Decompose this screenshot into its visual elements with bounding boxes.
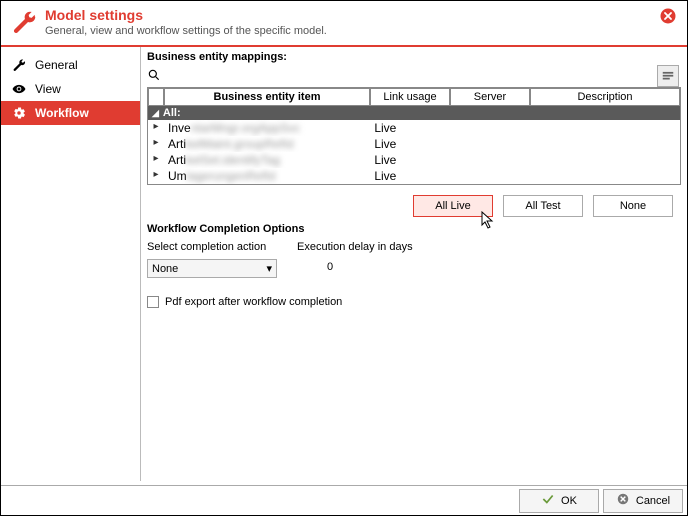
ok-button[interactable]: OK (519, 489, 599, 513)
delay-value[interactable]: 0 (297, 261, 413, 273)
col-header-usage[interactable]: Link usage (370, 88, 450, 106)
expand-icon[interactable]: ▸ (148, 136, 164, 152)
action-value: None (152, 263, 178, 275)
pdf-export-checkbox[interactable] (147, 296, 159, 308)
row-prefix: Inve (168, 121, 191, 135)
sidebar-item-label: Workflow (35, 106, 89, 120)
sidebar-item-workflow[interactable]: Workflow (1, 101, 140, 125)
sidebar-item-general[interactable]: General (1, 53, 140, 77)
row-prefix: Um (168, 169, 187, 183)
sidebar: General View Workflow (1, 47, 141, 481)
row-usage: Live (370, 120, 450, 136)
row-usage: Live (370, 152, 450, 168)
completion-action-select[interactable]: None ▾ (147, 259, 277, 278)
eye-icon (11, 81, 27, 97)
dialog-footer: OK Cancel (1, 485, 687, 515)
cancel-label: Cancel (636, 495, 670, 507)
close-button[interactable] (659, 7, 677, 25)
delay-label: Execution delay in days (297, 241, 413, 253)
cancel-button[interactable]: Cancel (603, 489, 683, 513)
dialog-subtitle: General, view and workflow settings of t… (45, 25, 677, 37)
row-usage: Live (370, 136, 450, 152)
table-row[interactable]: ▸ UmlagerungenRefId Live (148, 168, 680, 184)
group-row-all[interactable]: ◢ All: (148, 106, 680, 120)
col-header-item[interactable]: Business entity item (164, 88, 370, 106)
chevron-down-icon: ▾ (266, 262, 272, 275)
row-prefix: Arti (168, 153, 186, 167)
row-prefix: Arti (168, 137, 186, 151)
redacted-text: ntarMngr.orgAppSvc (191, 121, 300, 135)
cursor-icon (481, 211, 495, 234)
table-row[interactable]: ▸ InventarMngr.orgAppSvc Live (148, 120, 680, 136)
col-header-server[interactable]: Server (450, 88, 530, 106)
check-icon (541, 492, 555, 509)
action-label: Select completion action (147, 241, 277, 253)
search-icon[interactable] (147, 68, 161, 82)
gear-icon (11, 105, 27, 121)
expand-icon[interactable]: ▸ (148, 168, 164, 184)
col-header-desc[interactable]: Description (530, 88, 680, 106)
collapse-icon: ◢ (152, 108, 159, 119)
all-test-button[interactable]: All Test (503, 195, 583, 217)
expand-icon[interactable]: ▸ (148, 152, 164, 168)
sidebar-item-label: View (35, 82, 61, 96)
pdf-export-label: Pdf export after workflow completion (165, 296, 342, 308)
table-row[interactable]: ▸ ArtikelMaint.groupRefId Live (148, 136, 680, 152)
table-row[interactable]: ▸ ArtikelSet.identifyTag Live (148, 152, 680, 168)
redacted-text: kelMaint.groupRefId (186, 137, 293, 151)
sidebar-item-label: General (35, 58, 78, 72)
none-button[interactable]: None (593, 195, 673, 217)
dialog-title: Model settings (45, 7, 677, 23)
dialog-header: Model settings General, view and workflo… (1, 1, 687, 47)
section-title: Business entity mappings: (147, 51, 687, 65)
wrench-icon (11, 57, 27, 73)
expand-icon[interactable]: ▸ (148, 120, 164, 136)
redacted-text: lagerungenRefId (187, 169, 276, 183)
column-chooser-button[interactable] (657, 65, 679, 87)
cancel-icon (616, 492, 630, 509)
wco-title: Workflow Completion Options (147, 219, 687, 241)
sidebar-item-view[interactable]: View (1, 77, 140, 101)
row-usage: Live (370, 168, 450, 184)
main-panel: Business entity mappings: Business entit… (141, 47, 687, 481)
group-label: All: (163, 107, 181, 119)
wrench-icon (11, 9, 37, 35)
ok-label: OK (561, 495, 577, 507)
mappings-table: Business entity item Link usage Server D… (147, 87, 681, 185)
redacted-text: kelSet.identifyTag (186, 153, 280, 167)
